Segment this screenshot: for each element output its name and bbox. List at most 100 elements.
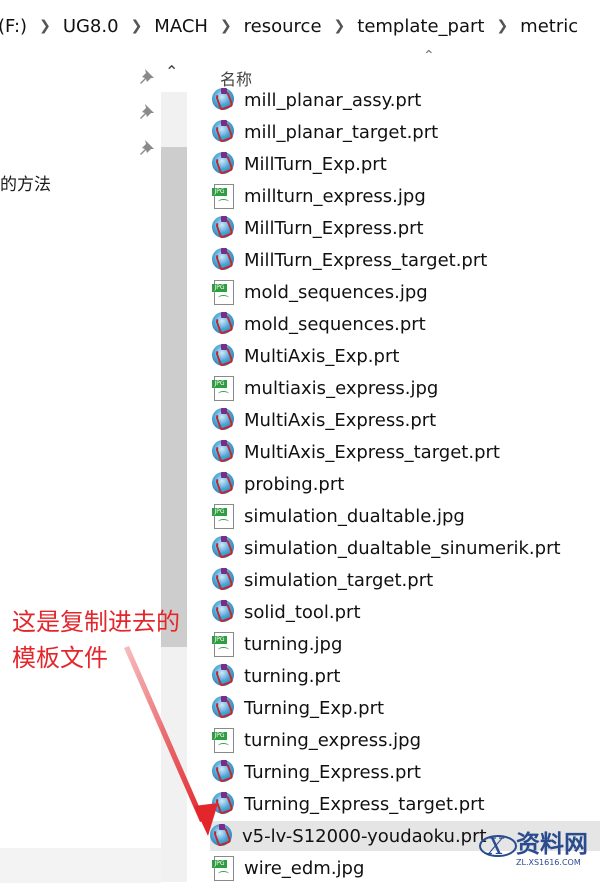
nx-part-file-icon [212, 664, 234, 688]
file-row[interactable]: solid_tool.prt [212, 597, 600, 627]
breadcrumb-ug80[interactable]: UG8.0 [61, 16, 121, 37]
file-row[interactable]: JPG turning.jpg [212, 629, 600, 659]
nx-part-file-icon [212, 792, 234, 816]
file-name: probing.prt [244, 473, 345, 495]
file-row[interactable]: MillTurn_Exp.prt [212, 149, 600, 179]
jpg-file-icon: JPG [212, 504, 234, 529]
pin-icon[interactable] [138, 102, 156, 120]
nx-part-file-icon [212, 568, 234, 592]
file-name: Turning_Exp.prt [244, 697, 385, 719]
file-row[interactable]: MillTurn_Express_target.prt [212, 245, 600, 275]
nx-part-file-icon [212, 600, 234, 624]
file-row[interactable]: MillTurn_Express.prt [212, 213, 600, 243]
file-row[interactable]: mill_planar_target.prt [212, 117, 600, 147]
file-name: multiaxis_express.jpg [244, 377, 439, 399]
file-row[interactable]: JPG simulation_dualtable.jpg [212, 501, 600, 531]
chevron-right-icon[interactable]: ❯ [210, 18, 242, 34]
file-row[interactable]: Turning_Exp.prt [212, 693, 600, 723]
file-row[interactable]: probing.prt [212, 469, 600, 499]
file-name: MillTurn_Express_target.prt [244, 249, 488, 271]
pin-icon[interactable] [138, 138, 156, 156]
watermark-url: ZL.XS1616.COM [516, 858, 581, 867]
jpg-file-icon: JPG [212, 280, 234, 305]
file-row[interactable]: JPG turning_express.jpg [212, 725, 600, 755]
chevron-right-icon[interactable]: ❯ [324, 18, 356, 34]
nx-part-file-icon [212, 440, 234, 464]
jpg-file-icon: JPG [212, 728, 234, 753]
jpg-file-icon: JPG [212, 376, 234, 401]
watermark-logo: X 资料网 ZL.XS1616.COM [478, 818, 600, 883]
file-name: mold_sequences.prt [244, 313, 426, 335]
chevron-right-icon[interactable]: ❯ [29, 18, 61, 34]
file-row[interactable]: JPG multiaxis_express.jpg [212, 373, 600, 403]
file-name: mill_planar_assy.prt [244, 89, 422, 111]
file-name: MillTurn_Express.prt [244, 217, 424, 239]
file-name: solid_tool.prt [244, 601, 361, 623]
annotation-line-1: 这是复制进去的 [12, 608, 180, 636]
nx-part-file-icon [210, 824, 232, 848]
file-row[interactable]: mold_sequences.prt [212, 309, 600, 339]
file-row[interactable]: simulation_target.prt [212, 565, 600, 595]
navigation-pane: 的方法 ⌃ [0, 52, 191, 883]
chevron-right-icon[interactable]: ❯ [486, 18, 518, 34]
nx-part-file-icon [212, 216, 234, 240]
nx-part-file-icon [212, 760, 234, 784]
file-list: ⌃ 名称 mill_planar_assy.prt mill_planar_tar… [190, 48, 600, 883]
file-row[interactable]: JPG mold_sequences.jpg [212, 277, 600, 307]
jpg-file-icon: JPG [212, 856, 234, 881]
file-name: mold_sequences.jpg [244, 281, 428, 303]
jpg-file-icon: JPG [212, 184, 234, 209]
watermark-mark-icon: X [479, 835, 517, 860]
file-row[interactable]: MultiAxis_Express.prt [212, 405, 600, 435]
file-name: turning_express.jpg [244, 729, 422, 751]
file-row[interactable]: Turning_Express_target.prt [212, 789, 600, 819]
file-row[interactable]: MultiAxis_Express_target.prt [212, 437, 600, 467]
scroll-up-arrow-icon[interactable]: ⌃ [165, 62, 178, 81]
nx-part-file-icon [212, 472, 234, 496]
file-name: MultiAxis_Express.prt [244, 409, 437, 431]
breadcrumb-template-part[interactable]: template_part [355, 16, 486, 37]
file-row[interactable]: turning.prt [212, 661, 600, 691]
jpg-file-icon: JPG [212, 632, 234, 657]
breadcrumb-metric[interactable]: metric [518, 16, 580, 37]
nx-part-file-icon [212, 312, 234, 336]
file-row[interactable]: Turning_Express.prt [212, 757, 600, 787]
file-row[interactable]: MultiAxis_Exp.prt [212, 341, 600, 371]
file-name: turning.jpg [244, 633, 343, 655]
file-row[interactable]: simulation_dualtable_sinumerik.prt [212, 533, 600, 563]
file-name: millturn_express.jpg [244, 185, 426, 207]
file-name: MultiAxis_Exp.prt [244, 345, 400, 367]
nx-part-file-icon [212, 536, 234, 560]
file-name: mill_planar_target.prt [244, 121, 439, 143]
pin-icon[interactable] [138, 67, 156, 85]
breadcrumb-mach[interactable]: MACH [152, 16, 210, 37]
nx-part-file-icon [212, 344, 234, 368]
annotation-label: 这是复制进去的 模板文件 [12, 604, 180, 676]
nx-part-file-icon [212, 408, 234, 432]
nx-part-file-icon [212, 120, 234, 144]
annotation-line-2: 模板文件 [12, 644, 108, 672]
file-name: Turning_Express_target.prt [244, 793, 485, 815]
file-name: simulation_target.prt [244, 569, 434, 591]
nx-part-file-icon [212, 696, 234, 720]
breadcrumb-resource[interactable]: resource [242, 16, 324, 37]
file-row[interactable]: mill_planar_assy.prt [212, 85, 600, 115]
address-bar[interactable]: (F:) ❯ UG8.0 ❯ MACH ❯ resource ❯ templat… [0, 0, 600, 53]
file-name: simulation_dualtable.jpg [244, 505, 465, 527]
file-name: simulation_dualtable_sinumerik.prt [244, 537, 561, 559]
file-name: v5-lv-S12000-youdaoku.prt [242, 825, 487, 847]
nav-bottom-strip [0, 848, 161, 883]
file-name: wire_edm.jpg [244, 857, 365, 879]
nx-part-file-icon [212, 88, 234, 112]
breadcrumb-drive[interactable]: (F:) [0, 16, 29, 37]
nav-item-label[interactable]: 的方法 [0, 170, 51, 195]
file-name: MillTurn_Exp.prt [244, 153, 387, 175]
chevron-right-icon[interactable]: ❯ [121, 18, 153, 34]
file-row[interactable]: JPG millturn_express.jpg [212, 181, 600, 211]
watermark-text: 资料网 [516, 830, 588, 858]
nx-part-file-icon [212, 152, 234, 176]
nx-part-file-icon [212, 248, 234, 272]
sort-ascending-icon[interactable]: ⌃ [423, 48, 435, 64]
nav-scrollbar-thumb[interactable] [161, 147, 187, 647]
file-name: Turning_Express.prt [244, 761, 421, 783]
